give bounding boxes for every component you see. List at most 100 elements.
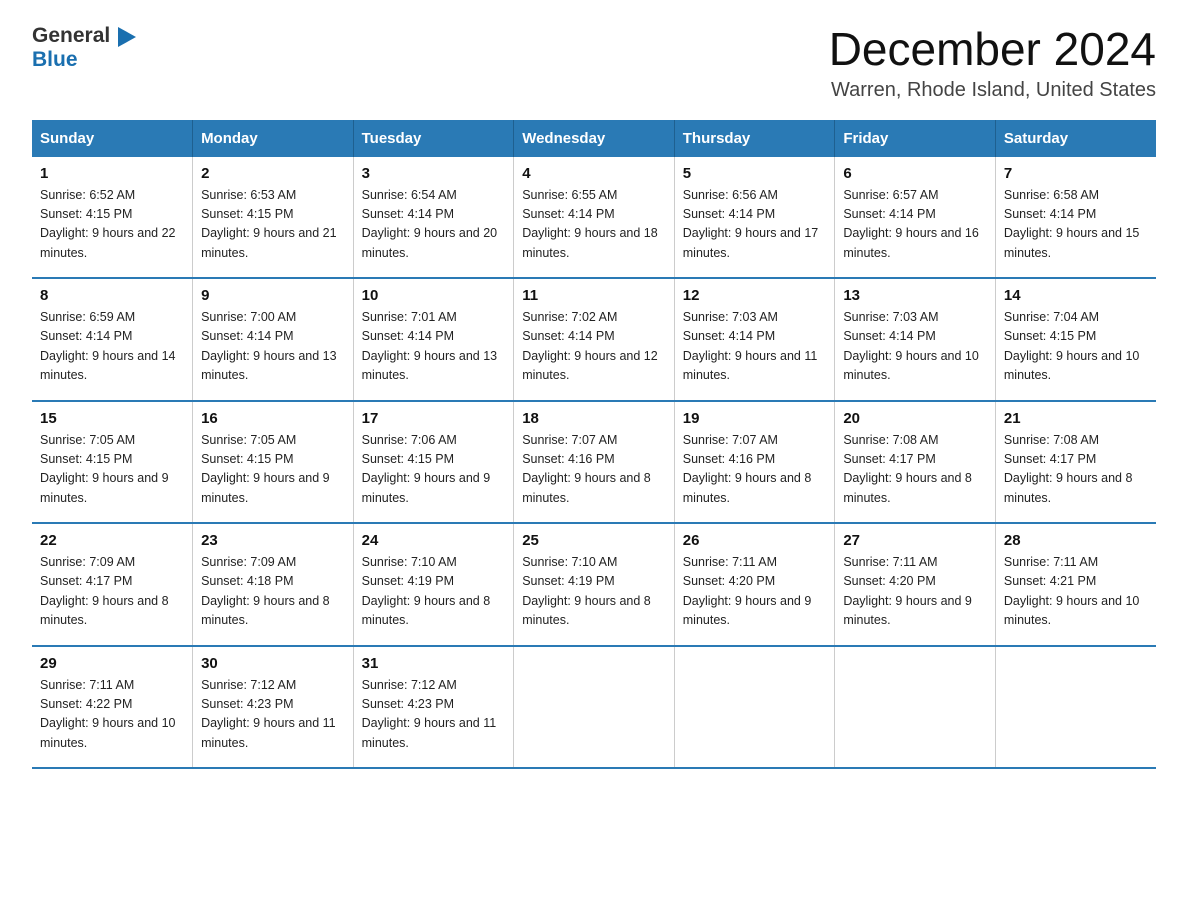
day-info: Sunrise: 6:54 AMSunset: 4:14 PMDaylight:… — [362, 186, 506, 264]
day-info: Sunrise: 7:09 AMSunset: 4:17 PMDaylight:… — [40, 553, 184, 631]
calendar-cell: 9Sunrise: 7:00 AMSunset: 4:14 PMDaylight… — [193, 278, 354, 401]
day-info: Sunrise: 6:59 AMSunset: 4:14 PMDaylight:… — [40, 308, 184, 386]
day-info: Sunrise: 7:12 AMSunset: 4:23 PMDaylight:… — [362, 676, 506, 754]
day-info: Sunrise: 7:12 AMSunset: 4:23 PMDaylight:… — [201, 676, 345, 754]
day-info: Sunrise: 7:08 AMSunset: 4:17 PMDaylight:… — [843, 431, 987, 509]
day-info: Sunrise: 7:06 AMSunset: 4:15 PMDaylight:… — [362, 431, 506, 509]
calendar-cell: 3 Sunrise: 6:54 AMSunset: 4:14 PMDaylight… — [353, 157, 514, 279]
calendar-cell: 15Sunrise: 7:05 AMSunset: 4:15 PMDayligh… — [32, 401, 193, 524]
calendar-cell — [514, 646, 675, 769]
day-number: 29 — [40, 655, 184, 672]
day-info: Sunrise: 7:02 AMSunset: 4:14 PMDaylight:… — [522, 308, 666, 386]
calendar-cell: 21 Sunrise: 7:08 AMSunset: 4:17 PMDayligh… — [995, 401, 1156, 524]
day-info: Sunrise: 7:08 AMSunset: 4:17 PMDaylight:… — [1004, 431, 1148, 509]
calendar-cell: 5 Sunrise: 6:56 AMSunset: 4:14 PMDaylight… — [674, 157, 835, 279]
day-number: 13 — [843, 287, 987, 304]
calendar-cell: 18 Sunrise: 7:07 AMSunset: 4:16 PMDayligh… — [514, 401, 675, 524]
calendar-cell: 17 Sunrise: 7:06 AMSunset: 4:15 PMDayligh… — [353, 401, 514, 524]
calendar-cell: 12Sunrise: 7:03 AMSunset: 4:14 PMDayligh… — [674, 278, 835, 401]
logo: General Blue — [32, 24, 136, 72]
calendar-header-row: SundayMondayTuesdayWednesdayThursdayFrid… — [32, 120, 1156, 157]
calendar-cell: 25Sunrise: 7:10 AMSunset: 4:19 PMDayligh… — [514, 523, 675, 646]
calendar-cell: 22 Sunrise: 7:09 AMSunset: 4:17 PMDayligh… — [32, 523, 193, 646]
calendar-cell: 6Sunrise: 6:57 AMSunset: 4:14 PMDaylight… — [835, 157, 996, 279]
day-number: 22 — [40, 532, 184, 549]
day-number: 17 — [362, 410, 506, 427]
logo-blue-text: Blue — [32, 48, 136, 72]
calendar-cell: 28 Sunrise: 7:11 AMSunset: 4:21 PMDayligh… — [995, 523, 1156, 646]
day-number: 30 — [201, 655, 345, 672]
day-info: Sunrise: 7:11 AMSunset: 4:20 PMDaylight:… — [843, 553, 987, 631]
day-info: Sunrise: 7:01 AMSunset: 4:14 PMDaylight:… — [362, 308, 506, 386]
day-number: 24 — [362, 532, 506, 549]
col-header-monday: Monday — [193, 120, 354, 157]
day-info: Sunrise: 7:07 AMSunset: 4:16 PMDaylight:… — [683, 431, 827, 509]
day-number: 8 — [40, 287, 184, 304]
page-header: General Blue December 2024 Warren, Rhode… — [32, 24, 1156, 102]
calendar-cell: 11 Sunrise: 7:02 AMSunset: 4:14 PMDayligh… — [514, 278, 675, 401]
col-header-tuesday: Tuesday — [353, 120, 514, 157]
day-number: 18 — [522, 410, 666, 427]
day-number: 15 — [40, 410, 184, 427]
calendar-cell — [995, 646, 1156, 769]
day-info: Sunrise: 7:11 AMSunset: 4:20 PMDaylight:… — [683, 553, 827, 631]
calendar-cell: 27 Sunrise: 7:11 AMSunset: 4:20 PMDayligh… — [835, 523, 996, 646]
calendar-table: SundayMondayTuesdayWednesdayThursdayFrid… — [32, 120, 1156, 770]
calendar-cell: 2Sunrise: 6:53 AMSunset: 4:15 PMDaylight… — [193, 157, 354, 279]
day-number: 26 — [683, 532, 827, 549]
calendar-cell: 20 Sunrise: 7:08 AMSunset: 4:17 PMDayligh… — [835, 401, 996, 524]
day-info: Sunrise: 7:10 AMSunset: 4:19 PMDaylight:… — [362, 553, 506, 631]
col-header-sunday: Sunday — [32, 120, 193, 157]
calendar-week-row: 29 Sunrise: 7:11 AMSunset: 4:22 PMDayligh… — [32, 646, 1156, 769]
calendar-cell: 8 Sunrise: 6:59 AMSunset: 4:14 PMDaylight… — [32, 278, 193, 401]
logo-general-text: General — [32, 24, 136, 48]
day-number: 21 — [1004, 410, 1148, 427]
day-number: 11 — [522, 287, 666, 304]
day-number: 16 — [201, 410, 345, 427]
calendar-cell: 30 Sunrise: 7:12 AMSunset: 4:23 PMDayligh… — [193, 646, 354, 769]
col-header-wednesday: Wednesday — [514, 120, 675, 157]
day-number: 20 — [843, 410, 987, 427]
day-info: Sunrise: 7:00 AMSunset: 4:14 PMDaylight:… — [201, 308, 345, 386]
day-info: Sunrise: 7:03 AMSunset: 4:14 PMDaylight:… — [683, 308, 827, 386]
calendar-cell: 19Sunrise: 7:07 AMSunset: 4:16 PMDayligh… — [674, 401, 835, 524]
calendar-cell: 31 Sunrise: 7:12 AMSunset: 4:23 PMDayligh… — [353, 646, 514, 769]
day-info: Sunrise: 6:56 AMSunset: 4:14 PMDaylight:… — [683, 186, 827, 264]
day-info: Sunrise: 7:11 AMSunset: 4:22 PMDaylight:… — [40, 676, 184, 754]
day-number: 3 — [362, 165, 506, 182]
day-number: 31 — [362, 655, 506, 672]
calendar-cell — [835, 646, 996, 769]
day-info: Sunrise: 7:03 AMSunset: 4:14 PMDaylight:… — [843, 308, 987, 386]
day-number: 28 — [1004, 532, 1148, 549]
calendar-cell — [674, 646, 835, 769]
calendar-week-row: 15 Sunrise: 7:05 AMSunset: 4:15 PMDayligh… — [32, 401, 1156, 524]
calendar-cell: 13 Sunrise: 7:03 AMSunset: 4:14 PMDayligh… — [835, 278, 996, 401]
logo-arrow-icon — [118, 27, 136, 47]
day-info: Sunrise: 7:05 AMSunset: 4:15 PMDaylight:… — [201, 431, 345, 509]
calendar-cell: 29 Sunrise: 7:11 AMSunset: 4:22 PMDayligh… — [32, 646, 193, 769]
day-number: 25 — [522, 532, 666, 549]
col-header-saturday: Saturday — [995, 120, 1156, 157]
calendar-cell: 24 Sunrise: 7:10 AMSunset: 4:19 PMDayligh… — [353, 523, 514, 646]
calendar-week-row: 22 Sunrise: 7:09 AMSunset: 4:17 PMDayligh… — [32, 523, 1156, 646]
day-info: Sunrise: 7:07 AMSunset: 4:16 PMDaylight:… — [522, 431, 666, 509]
day-info: Sunrise: 7:11 AMSunset: 4:21 PMDaylight:… — [1004, 553, 1148, 631]
day-info: Sunrise: 7:09 AMSunset: 4:18 PMDaylight:… — [201, 553, 345, 631]
day-number: 27 — [843, 532, 987, 549]
calendar-cell: 16 Sunrise: 7:05 AMSunset: 4:15 PMDayligh… — [193, 401, 354, 524]
day-number: 1 — [40, 165, 184, 182]
title-block: December 2024 Warren, Rhode Island, Unit… — [829, 24, 1156, 102]
calendar-cell: 1Sunrise: 6:52 AMSunset: 4:15 PMDaylight… — [32, 157, 193, 279]
col-header-thursday: Thursday — [674, 120, 835, 157]
day-info: Sunrise: 6:58 AMSunset: 4:14 PMDaylight:… — [1004, 186, 1148, 264]
day-number: 10 — [362, 287, 506, 304]
page-title: December 2024 — [829, 24, 1156, 75]
calendar-cell: 7 Sunrise: 6:58 AMSunset: 4:14 PMDaylight… — [995, 157, 1156, 279]
calendar-cell: 23Sunrise: 7:09 AMSunset: 4:18 PMDayligh… — [193, 523, 354, 646]
calendar-cell: 10 Sunrise: 7:01 AMSunset: 4:14 PMDayligh… — [353, 278, 514, 401]
day-number: 7 — [1004, 165, 1148, 182]
calendar-cell: 14Sunrise: 7:04 AMSunset: 4:15 PMDayligh… — [995, 278, 1156, 401]
day-number: 5 — [683, 165, 827, 182]
day-info: Sunrise: 7:04 AMSunset: 4:15 PMDaylight:… — [1004, 308, 1148, 386]
day-info: Sunrise: 6:57 AMSunset: 4:14 PMDaylight:… — [843, 186, 987, 264]
